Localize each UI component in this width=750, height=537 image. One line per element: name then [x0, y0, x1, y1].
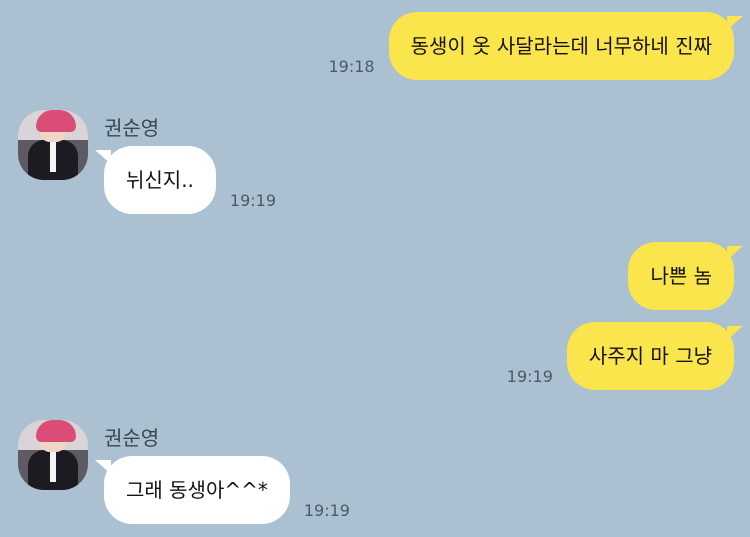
profile-avatar[interactable]: [18, 110, 88, 180]
message-row-me: 19:18 동생이 옷 사달라는데 너무하네 진짜: [0, 12, 750, 80]
message-time: 19:18: [328, 57, 375, 76]
message-time: 19:19: [229, 191, 277, 210]
message-row-me: 나쁜 놈: [0, 242, 750, 310]
sender-name: 권순영: [104, 426, 160, 450]
message-time: 19:19: [303, 501, 350, 520]
other-message-bubble[interactable]: 뉘신지..: [95, 146, 216, 214]
message-row-me: 19:19 사주지 마 그냥: [0, 322, 750, 390]
chat-area[interactable]: 19:18 동생이 옷 사달라는데 너무하네 진짜 권순영 뉘신지.. 19:1…: [0, 0, 750, 537]
profile-avatar[interactable]: [18, 420, 88, 490]
other-message-bubble[interactable]: 그래 동생아^^*: [95, 456, 290, 524]
my-message-bubble[interactable]: 사주지 마 그냥: [566, 322, 744, 390]
sender-name: 권순영: [104, 116, 160, 140]
message-time: 19:19: [506, 367, 553, 386]
my-message-bubble[interactable]: 나쁜 놈: [628, 242, 743, 310]
my-message-bubble[interactable]: 동생이 옷 사달라는데 너무하네 진짜: [388, 12, 744, 80]
